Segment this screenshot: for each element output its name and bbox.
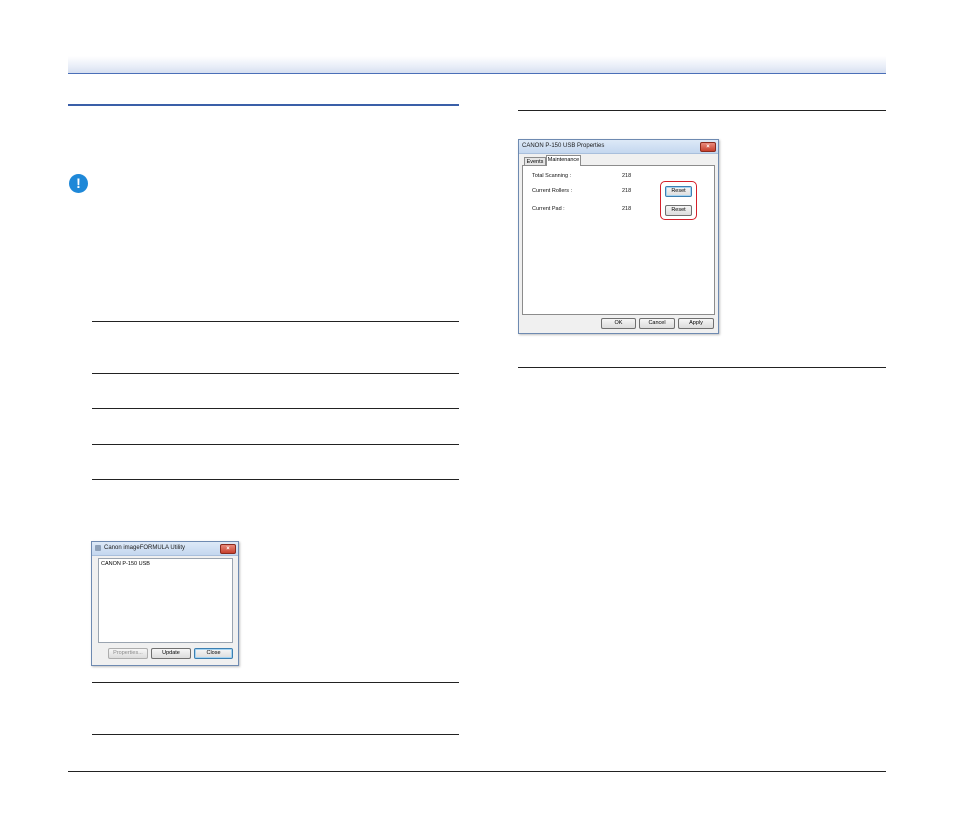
exclamation-icon: ! <box>69 174 88 193</box>
reset-rollers-button[interactable]: Reset <box>665 186 692 197</box>
tab-maintenance[interactable]: Maintenance <box>546 155 581 166</box>
properties-dialog-titlebar: CANON P-150 USB Properties × <box>519 140 718 154</box>
current-pad-value: 218 <box>622 206 632 212</box>
step-divider <box>518 367 886 368</box>
device-list[interactable]: CANON P-150 USB <box>98 558 233 643</box>
page-header-band <box>68 56 886 74</box>
close-button[interactable]: Close <box>194 648 233 659</box>
device-list-item[interactable]: CANON P-150 USB <box>101 561 150 567</box>
step-divider <box>518 110 886 111</box>
utility-dialog-title: Canon imageFORMULA Utility <box>104 545 186 551</box>
update-button[interactable]: Update <box>151 648 191 659</box>
current-rollers-label: Current Rollers : <box>532 188 573 194</box>
utility-dialog-titlebar: Canon imageFORMULA Utility × <box>92 542 238 556</box>
scanner-app-icon <box>95 545 101 551</box>
apply-button[interactable]: Apply <box>678 318 714 329</box>
step-divider <box>92 408 459 409</box>
properties-dialog-title: CANON P-150 USB Properties <box>522 143 605 149</box>
current-pad-label: Current Pad : <box>532 206 565 212</box>
cancel-button[interactable]: Cancel <box>639 318 675 329</box>
utility-dialog: Canon imageFORMULA Utility × CANON P-150… <box>91 541 239 666</box>
close-icon[interactable]: × <box>220 544 236 554</box>
current-rollers-value: 218 <box>622 188 632 194</box>
ok-button[interactable]: OK <box>601 318 636 329</box>
close-icon[interactable]: × <box>700 142 716 152</box>
step-divider <box>92 734 459 735</box>
section-heading-rule <box>68 104 459 106</box>
total-scanning-label: Total Scanning : <box>532 173 572 179</box>
total-scanning-value: 218 <box>622 173 632 179</box>
step-divider <box>92 321 459 322</box>
properties-dialog: CANON P-150 USB Properties × Events Main… <box>518 139 719 334</box>
page-footer-rule <box>68 771 886 772</box>
step-divider <box>92 444 459 445</box>
maintenance-panel: Total Scanning : 218 Current Rollers : 2… <box>522 165 715 315</box>
reset-pad-button[interactable]: Reset <box>665 205 692 216</box>
step-divider <box>92 682 459 683</box>
step-divider <box>92 373 459 374</box>
properties-button[interactable]: Properties... <box>108 648 148 659</box>
step-divider <box>92 479 459 480</box>
